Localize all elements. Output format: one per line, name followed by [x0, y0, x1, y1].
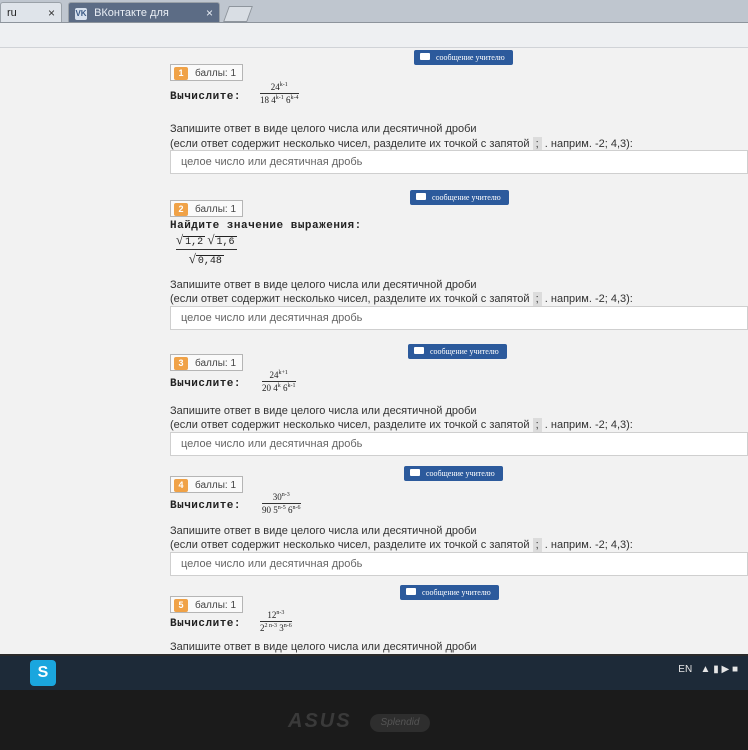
close-icon[interactable]: × — [206, 3, 213, 23]
monitor-bezel: ASUS Splendid — [0, 690, 748, 750]
fraction: 24k-1 18 4k-1 6k-4 — [260, 82, 299, 105]
instruction-line-2: (если ответ содержит несколько чисел, ра… — [170, 418, 633, 432]
score-badge: 2 баллы: 1 — [170, 200, 244, 217]
instruction-line-1: Запишите ответ в виде целого числа или д… — [170, 405, 477, 417]
close-icon[interactable]: × — [48, 3, 55, 23]
question-number: 3 — [174, 357, 188, 370]
fraction: 24k+1 20 4k 6k-1 — [262, 370, 296, 393]
question-number: 2 — [174, 203, 188, 216]
vk-icon: VK — [75, 8, 87, 20]
fraction: 12n-3 22 n-3 3n-6 — [260, 610, 292, 633]
answer-input[interactable]: целое число или десятичная дробь — [170, 306, 748, 330]
message-teacher-button[interactable]: сообщение учителю — [410, 190, 509, 205]
fraction: 30n-3 90 5n-5 6n-6 — [262, 492, 301, 515]
message-teacher-button[interactable]: сообщение учителю — [404, 466, 503, 481]
instruction-line-2: (если ответ содержит несколько чисел, ра… — [170, 292, 633, 306]
tab-label: ru — [7, 7, 17, 19]
system-tray: EN ▲ ▮ ▶ ■ — [678, 664, 738, 675]
chat-icon — [410, 469, 420, 476]
instruction-line-1: Запишите ответ в виде целого числа или д… — [170, 123, 477, 135]
chat-icon — [420, 53, 430, 60]
instruction-line-1: Запишите ответ в виде целого числа или д… — [170, 641, 477, 653]
instruction-line-2: (если ответ содержит несколько чисел, ра… — [170, 538, 633, 552]
address-bar-area — [0, 23, 748, 48]
asus-logo: ASUS — [288, 710, 352, 732]
question-prompt: Вычислите: — [170, 91, 242, 103]
radical-fraction: √ 1,2 √ 1,6 √ 0,48 — [176, 232, 237, 267]
question-prompt: Вычислите: — [170, 378, 242, 390]
answer-input[interactable]: целое число или десятичная дробь — [170, 432, 748, 456]
splendid-logo: Splendid — [370, 714, 430, 732]
score-badge: 4 баллы: 1 — [170, 476, 244, 493]
tab-vk[interactable]: VK ВКонтакте для мобиль... × — [68, 2, 220, 39]
message-teacher-button[interactable]: сообщение учителю — [414, 50, 513, 65]
question-prompt: Вычислите: — [170, 500, 242, 512]
skype-icon[interactable]: S — [30, 660, 56, 686]
new-tab-button[interactable] — [223, 6, 253, 22]
score-badge: 5 баллы: 1 — [170, 596, 244, 613]
answer-input[interactable]: целое число или десятичная дробь — [170, 150, 748, 174]
tray-icons[interactable]: ▲ ▮ ▶ ■ — [701, 664, 738, 675]
question-number: 4 — [174, 479, 188, 492]
chat-icon — [414, 347, 424, 354]
browser-tab-bar: ru × VK ВКонтакте для мобиль... × — [0, 0, 748, 39]
score-badge: 1 баллы: 1 — [170, 64, 244, 81]
instruction-line-1: Запишите ответ в виде целого числа или д… — [170, 525, 477, 537]
score-badge: 3 баллы: 1 — [170, 354, 244, 371]
taskbar: S EN ▲ ▮ ▶ ■ — [0, 656, 748, 690]
message-teacher-button[interactable]: сообщение учителю — [408, 344, 507, 359]
instruction-line-1: Запишите ответ в виде целого числа или д… — [170, 279, 477, 291]
tab-1[interactable]: ru × — [0, 2, 62, 22]
question-number: 5 — [174, 599, 188, 612]
quiz-page: сообщение учителю 1 баллы: 1 Вычислите: … — [0, 48, 748, 654]
question-number: 1 — [174, 67, 188, 80]
language-indicator[interactable]: EN — [678, 664, 692, 675]
answer-input[interactable]: целое число или десятичная дробь — [170, 552, 748, 576]
instruction-line-2: (если ответ содержит несколько чисел, ра… — [170, 137, 633, 151]
message-teacher-button[interactable]: сообщение учителю — [400, 585, 499, 600]
question-prompt: Вычислите: — [170, 618, 242, 630]
chat-icon — [416, 193, 426, 200]
chat-icon — [406, 588, 416, 595]
question-prompt: Найдите значение выражения: — [170, 220, 362, 232]
